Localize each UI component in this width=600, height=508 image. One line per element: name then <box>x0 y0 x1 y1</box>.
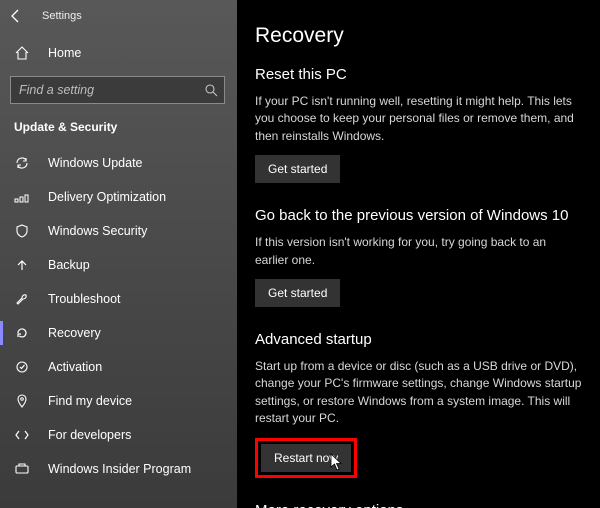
recovery-icon <box>14 325 30 341</box>
insider-icon <box>14 461 30 477</box>
search-wrap <box>0 70 237 108</box>
nav-label: For developers <box>48 428 131 442</box>
titlebar: Settings <box>0 0 237 32</box>
nav-label: Find my device <box>48 394 132 408</box>
goback-heading: Go back to the previous version of Windo… <box>255 207 582 224</box>
home-icon <box>14 45 30 61</box>
nav-label: Windows Security <box>48 224 147 238</box>
advanced-description: Start up from a device or disc (such as … <box>255 358 582 428</box>
nav-label: Backup <box>48 258 90 272</box>
activation-icon <box>14 359 30 375</box>
settings-sidebar: Settings Home Update & Security Windo <box>0 0 237 508</box>
developers-icon <box>14 427 30 443</box>
reset-get-started-button[interactable]: Get started <box>255 155 340 183</box>
sidebar-item-backup[interactable]: Backup <box>0 248 237 282</box>
nav-label: Activation <box>48 360 102 374</box>
sidebar-section-title: Update & Security <box>0 108 237 144</box>
sidebar-item-windows-security[interactable]: Windows Security <box>0 214 237 248</box>
main-content: Recovery Reset this PC If your PC isn't … <box>237 0 600 508</box>
location-icon <box>14 393 30 409</box>
nav-label: Windows Update <box>48 156 143 170</box>
sidebar-item-activation[interactable]: Activation <box>0 350 237 384</box>
window-title: Settings <box>42 10 82 22</box>
advanced-heading: Advanced startup <box>255 331 582 348</box>
sidebar-item-delivery-optimization[interactable]: Delivery Optimization <box>0 180 237 214</box>
home-label: Home <box>48 46 81 60</box>
delivery-icon <box>14 189 30 205</box>
goback-get-started-button[interactable]: Get started <box>255 279 340 307</box>
sidebar-item-insider-program[interactable]: Windows Insider Program <box>0 452 237 486</box>
page-title: Recovery <box>255 24 582 48</box>
backup-icon <box>14 257 30 273</box>
more-recovery-heading: More recovery options <box>255 502 582 508</box>
sidebar-nav: Windows Update Delivery Optimization Win… <box>0 146 237 486</box>
search-icon <box>204 83 218 97</box>
wrench-icon <box>14 291 30 307</box>
sidebar-item-windows-update[interactable]: Windows Update <box>0 146 237 180</box>
sidebar-item-home[interactable]: Home <box>0 36 237 70</box>
nav-label: Windows Insider Program <box>48 462 191 476</box>
reset-description: If your PC isn't running well, resetting… <box>255 93 582 145</box>
section-more-recovery: More recovery options <box>255 502 582 508</box>
nav-label: Troubleshoot <box>48 292 121 306</box>
nav-label: Recovery <box>48 326 101 340</box>
search-input[interactable] <box>10 76 225 104</box>
sidebar-item-troubleshoot[interactable]: Troubleshoot <box>0 282 237 316</box>
section-advanced-startup: Advanced startup Start up from a device … <box>255 331 582 478</box>
search-field[interactable] <box>19 83 204 97</box>
nav-label: Delivery Optimization <box>48 190 166 204</box>
section-go-back: Go back to the previous version of Windo… <box>255 207 582 307</box>
annotation-highlight: Restart now <box>255 438 357 478</box>
sidebar-item-for-developers[interactable]: For developers <box>0 418 237 452</box>
back-icon[interactable] <box>8 8 24 24</box>
restart-now-button[interactable]: Restart now <box>261 444 351 472</box>
sync-icon <box>14 155 30 171</box>
goback-description: If this version isn't working for you, t… <box>255 234 582 269</box>
section-reset-pc: Reset this PC If your PC isn't running w… <box>255 66 582 183</box>
sidebar-item-recovery[interactable]: Recovery <box>0 316 237 350</box>
reset-heading: Reset this PC <box>255 66 582 83</box>
sidebar-item-find-my-device[interactable]: Find my device <box>0 384 237 418</box>
shield-icon <box>14 223 30 239</box>
